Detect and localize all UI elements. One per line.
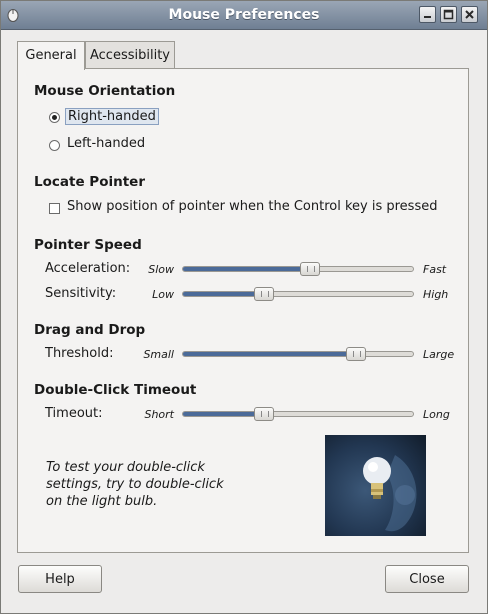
title-bar[interactable]: Mouse Preferences bbox=[1, 1, 487, 30]
close-window-button[interactable] bbox=[461, 6, 478, 23]
double-click-heading: Double-Click Timeout bbox=[34, 382, 197, 398]
tab-general[interactable]: General bbox=[17, 41, 85, 70]
mouse-preferences-window: Mouse Preferences General Accessibility bbox=[0, 0, 488, 614]
left-handed-label[interactable]: Left-handed bbox=[67, 136, 145, 151]
help-button-label: Help bbox=[45, 572, 75, 587]
maximize-button[interactable] bbox=[440, 6, 457, 23]
threshold-slider[interactable] bbox=[182, 347, 414, 361]
locate-pointer-label[interactable]: Show position of pointer when the Contro… bbox=[67, 199, 437, 214]
threshold-high-label: Large bbox=[423, 348, 455, 361]
timeout-slider-thumb[interactable] bbox=[253, 407, 274, 421]
right-handed-radio[interactable] bbox=[49, 112, 60, 123]
acceleration-slider-fill bbox=[183, 267, 310, 271]
sensitivity-label: Sensitivity: bbox=[45, 286, 117, 301]
acceleration-high-label: Fast bbox=[423, 263, 447, 276]
acceleration-low-label: Slow bbox=[148, 263, 174, 276]
sensitivity-low-label: Low bbox=[152, 288, 174, 301]
threshold-slider-thumb[interactable] bbox=[345, 347, 366, 361]
mouse-orientation-heading: Mouse Orientation bbox=[34, 83, 176, 99]
minimize-icon bbox=[424, 16, 431, 18]
light-bulb-icon bbox=[363, 455, 417, 532]
sensitivity-slider[interactable] bbox=[182, 287, 414, 301]
pointer-speed-heading: Pointer Speed bbox=[34, 237, 142, 253]
timeout-low-label: Short bbox=[144, 408, 174, 421]
close-button[interactable]: Close bbox=[385, 565, 469, 593]
double-click-hint: To test your double-click settings, try … bbox=[46, 460, 224, 509]
sensitivity-slider-fill bbox=[183, 292, 264, 296]
timeout-slider[interactable] bbox=[182, 407, 414, 421]
help-button[interactable]: Help bbox=[18, 565, 102, 593]
radio-selected-dot bbox=[52, 115, 57, 120]
right-handed-label[interactable]: Right-handed bbox=[65, 108, 159, 125]
timeout-high-label: Long bbox=[423, 408, 450, 421]
double-click-test-area[interactable] bbox=[325, 435, 426, 536]
tab-general-label: General bbox=[25, 48, 77, 63]
sensitivity-high-label: High bbox=[423, 288, 449, 301]
tab-accessibility[interactable]: Accessibility bbox=[85, 41, 175, 69]
maximize-icon bbox=[443, 9, 454, 20]
acceleration-label: Acceleration: bbox=[45, 261, 131, 276]
threshold-low-label: Small bbox=[143, 348, 174, 361]
timeout-label: Timeout: bbox=[45, 406, 103, 421]
threshold-label: Threshold: bbox=[45, 346, 114, 361]
close-button-label: Close bbox=[409, 572, 445, 587]
sensitivity-slider-thumb[interactable] bbox=[253, 287, 274, 301]
drag-and-drop-heading: Drag and Drop bbox=[34, 322, 146, 338]
window-title: Mouse Preferences bbox=[168, 7, 320, 23]
general-panel: Mouse Orientation Right-handed Left-hand… bbox=[17, 68, 469, 553]
minimize-button[interactable] bbox=[419, 6, 436, 23]
timeout-slider-fill bbox=[183, 412, 264, 416]
acceleration-slider[interactable] bbox=[182, 262, 414, 276]
acceleration-slider-thumb[interactable] bbox=[299, 262, 320, 276]
locate-pointer-checkbox[interactable] bbox=[49, 203, 60, 214]
threshold-slider-fill bbox=[183, 352, 356, 356]
close-icon bbox=[465, 10, 474, 19]
left-handed-radio[interactable] bbox=[49, 140, 60, 151]
tab-accessibility-label: Accessibility bbox=[90, 48, 170, 63]
locate-pointer-heading: Locate Pointer bbox=[34, 174, 145, 190]
